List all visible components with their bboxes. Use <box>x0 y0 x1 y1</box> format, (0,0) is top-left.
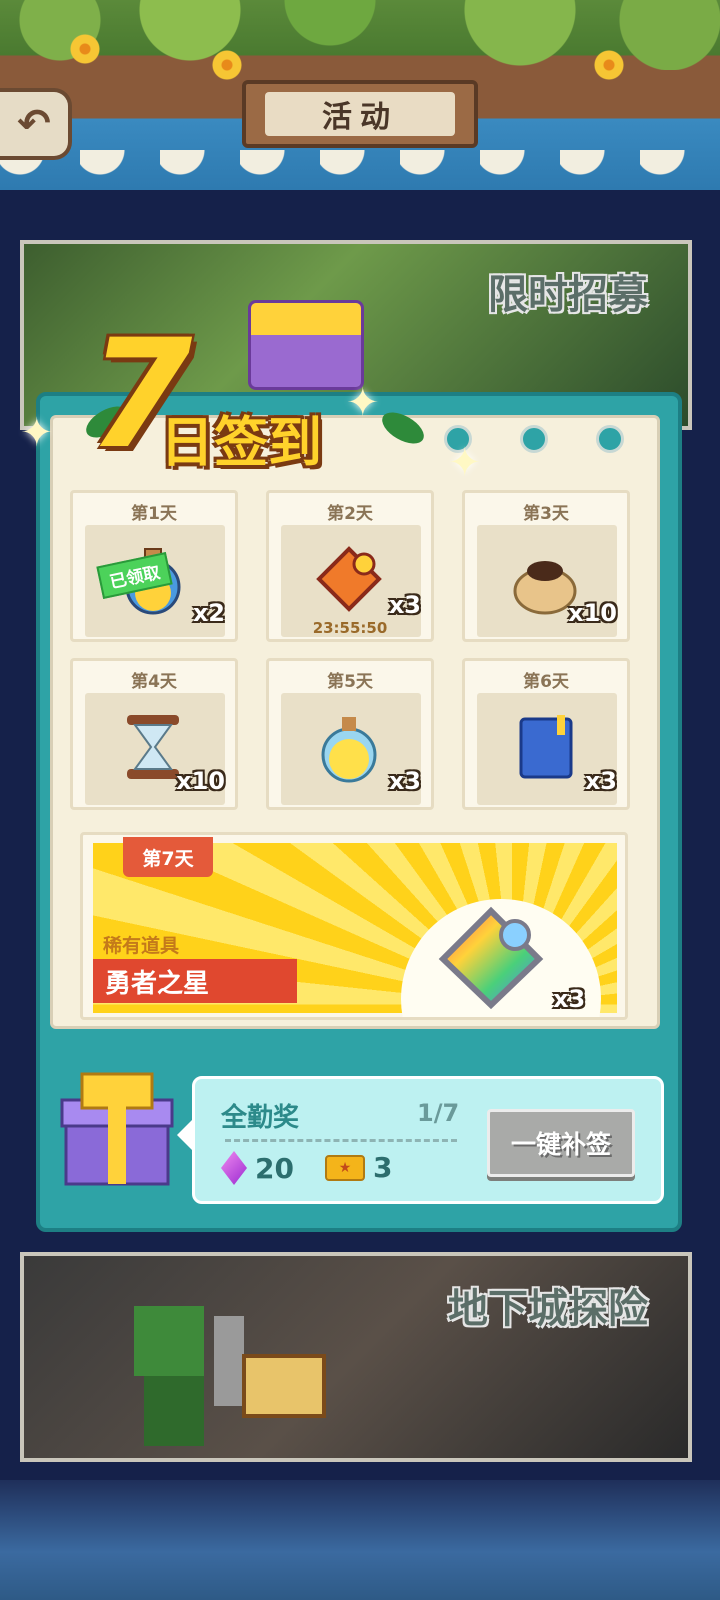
day-label: 第2天 <box>327 504 373 524</box>
sparkle-icon: ✦ <box>448 440 482 486</box>
flower-decoration <box>70 34 100 64</box>
title-sign: 活动 <box>242 80 478 148</box>
gem-icon <box>221 1151 247 1185</box>
day-label: 第5天 <box>327 672 373 692</box>
puzzle-piece-icon <box>316 546 382 612</box>
attendance-title: 全勤奖 <box>221 1103 300 1133</box>
ticket-amount: 3 <box>373 1151 393 1184</box>
attendance-gift-icon <box>60 1072 174 1186</box>
one-click-resign-button[interactable]: 一键补签 <box>487 1109 635 1177</box>
day-card-4[interactable]: 第4天 x10 <box>70 658 238 810</box>
day-label: 第6天 <box>523 672 569 692</box>
day-label: 第4天 <box>131 672 177 692</box>
reward-quantity: x3 <box>553 985 586 1013</box>
reward-gem: 20 <box>221 1151 294 1185</box>
item-quantity: x10 <box>176 767 225 795</box>
item-quantity: x2 <box>192 599 225 627</box>
day-card-7[interactable]: 第7天 稀有道具 勇者之星 x3 <box>80 832 628 1020</box>
landscape-strip <box>0 1480 720 1600</box>
rainbow-puzzle-icon <box>438 906 544 1009</box>
day-label: 第3天 <box>523 504 569 524</box>
attendance-progress: 1/7 <box>417 1099 460 1127</box>
orc-warrior-illustration <box>134 1306 326 1446</box>
back-button[interactable]: ↶ <box>0 88 72 160</box>
reward-ticket: ★ 3 <box>325 1151 392 1184</box>
day-card-5[interactable]: 第5天 x3 <box>266 658 434 810</box>
reward-name: 勇者之星 <box>93 959 297 1003</box>
blue-book-icon <box>519 715 573 779</box>
day-card-3[interactable]: 第3天 x10 <box>462 490 630 642</box>
binder-ring <box>520 425 548 453</box>
sparkle-icon: ✦ <box>346 380 380 426</box>
ticket-icon: ★ <box>325 1154 365 1181</box>
item-quantity: x3 <box>388 767 421 795</box>
dungeon-banner-label: 地下城探险 <box>448 1286 648 1332</box>
binder-ring <box>596 425 624 453</box>
countdown-timer: 23:55:50 <box>312 619 388 637</box>
item-quantity: x10 <box>568 599 617 627</box>
item-quantity: x3 <box>584 767 617 795</box>
yellow-potion-icon <box>321 717 377 783</box>
rare-item-category: 稀有道具 <box>103 935 180 957</box>
day-label: 第1天 <box>131 504 177 524</box>
flower-decoration <box>212 50 242 80</box>
flower-decoration <box>594 50 624 80</box>
dashed-divider <box>225 1139 457 1142</box>
logo-gift-icon <box>248 300 364 390</box>
attendance-reward-box: 全勤奖 1/7 20 ★ 3 一键补签 <box>177 1076 664 1204</box>
sparkle-icon: ✦ <box>20 410 54 456</box>
item-quantity: x3 <box>388 591 421 619</box>
logo-text: 日签到 <box>160 411 322 474</box>
day-card-2[interactable]: 第2天 x3 23:55:50 <box>266 490 434 642</box>
day-card-1[interactable]: 第1天 已领取 x2 <box>70 490 238 642</box>
page-title: 活动 <box>265 92 455 136</box>
back-arrow-icon: ↶ <box>17 101 51 147</box>
recruit-banner-label: 限时招募 <box>488 272 648 318</box>
cloud-trim <box>0 150 720 190</box>
day-card-6[interactable]: 第6天 x3 <box>462 658 630 810</box>
dungeon-banner[interactable]: 地下城探险 <box>20 1252 692 1462</box>
day7-label: 第7天 <box>123 837 213 877</box>
gem-amount: 20 <box>255 1151 294 1185</box>
